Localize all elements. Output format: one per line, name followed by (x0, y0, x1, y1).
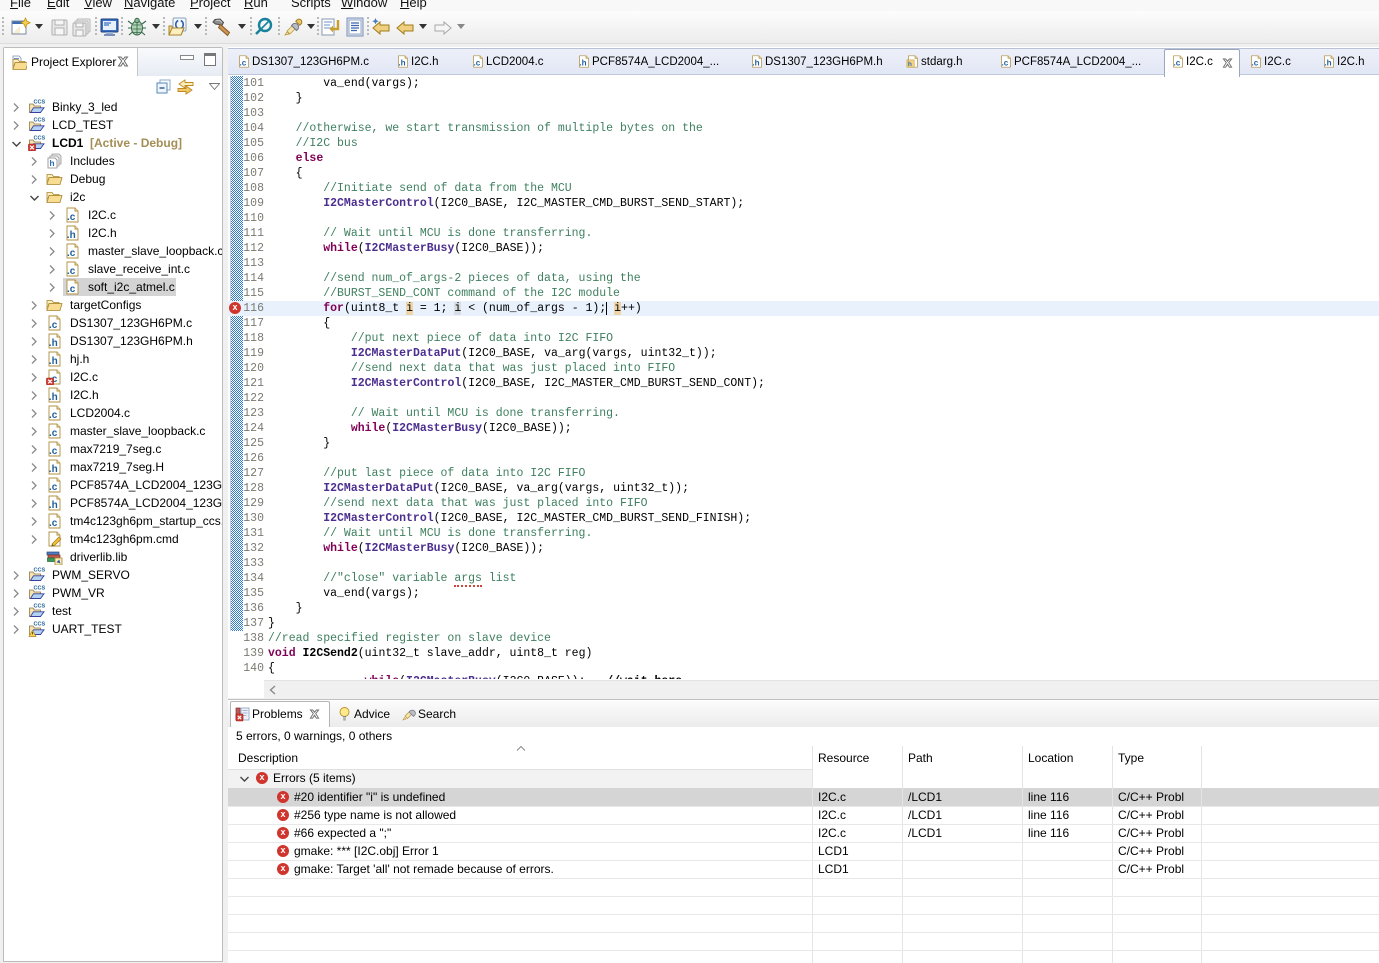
svg-text:h: h (908, 61, 912, 68)
